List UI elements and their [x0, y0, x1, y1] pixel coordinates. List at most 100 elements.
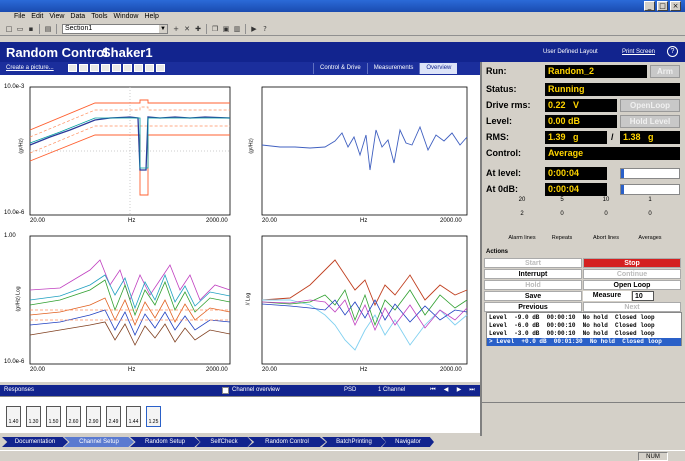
save-button[interactable]: Save [484, 291, 582, 301]
channel-count-select[interactable]: 1 Channel [378, 385, 405, 396]
graph-transfer[interactable]: // Log 20.00 Hz 2000.00 [240, 230, 480, 382]
arm-button[interactable]: Arm [650, 65, 680, 78]
create-picture-link[interactable]: Create a picture... [6, 65, 54, 71]
thumbnail-value: 1.25 [148, 419, 159, 425]
workflow-random-control[interactable]: Random Control [248, 437, 326, 447]
paste-icon[interactable]: ▣ [221, 24, 231, 34]
workflow-random-setup[interactable]: Random Setup [130, 437, 200, 447]
add-icon[interactable]: + [171, 24, 181, 34]
section-select[interactable]: Section1 ▼ [62, 23, 168, 34]
channel-overview-checkbox[interactable] [222, 387, 229, 394]
thumbnail[interactable]: 1.25 [146, 406, 161, 427]
help-icon[interactable]: ? [667, 46, 678, 57]
thumbnail[interactable]: 2.49 [106, 406, 121, 427]
workflow-documentation[interactable]: Documentation [2, 437, 68, 447]
start-button[interactable]: Start [484, 258, 582, 268]
close-icon[interactable]: × [670, 1, 681, 11]
at-0db-progress [620, 184, 680, 195]
thumbnail[interactable]: 1.50 [46, 406, 61, 427]
graph1-plot [29, 86, 231, 216]
graph-responses[interactable]: 1.00 10.0e-6 (g²/Hz) Log 20.00 Hz 2000.0… [0, 230, 238, 382]
thumbnail[interactable]: 2.60 [66, 406, 81, 427]
repeats-slider[interactable]: 5 0 Repeats [542, 197, 582, 252]
chart-icon[interactable] [79, 64, 88, 72]
next-button[interactable]: Next [583, 302, 681, 312]
menu-file[interactable]: File [14, 12, 25, 22]
stop-button[interactable]: Stop [583, 258, 681, 268]
averages-slider[interactable]: 1 0 Averages [630, 197, 670, 252]
first-page-icon[interactable]: ⏮ [428, 385, 438, 396]
graph-psd-control[interactable]: 10.0e-3 10.0e-6 (g²/Hz) 20.00 Hz 2000.00 [0, 75, 238, 230]
chart-icon[interactable] [134, 64, 143, 72]
menu-window[interactable]: Window [114, 12, 139, 22]
minimize-icon[interactable]: _ [644, 1, 655, 11]
level-row-selected[interactable]: > Level +0.0 dB 00:01:30 No hold Closed … [487, 338, 681, 346]
tab-measurements[interactable]: Measurements [366, 63, 420, 74]
control-label: Control: [486, 148, 521, 158]
insert-icon[interactable]: ✚ [193, 24, 203, 34]
layout-icon[interactable]: ▥ [232, 24, 242, 34]
alarm-lines-slider[interactable]: 20 2 Alarm lines [502, 197, 542, 252]
menu-edit[interactable]: Edit [31, 12, 43, 22]
copy-icon[interactable]: ❐ [210, 24, 220, 34]
chart-icon[interactable] [90, 64, 99, 72]
workflow-batchprinting[interactable]: BatchPrinting [322, 437, 386, 447]
tab-overview[interactable]: Overview [419, 63, 458, 74]
workflow-channel-setup[interactable]: Channel Setup [64, 437, 134, 447]
print-screen-link[interactable]: Print Screen [622, 49, 655, 55]
rms-target-value: 1.38 g [620, 131, 680, 144]
chart-icon[interactable] [101, 64, 110, 72]
thumbnail[interactable]: 1.44 [126, 406, 141, 427]
open-icon[interactable]: ▭ [15, 24, 25, 34]
graph-drive[interactable]: (g²/Hz) 20.00 Hz 2000.00 [240, 75, 480, 230]
open-loop-button[interactable]: Open Loop [583, 280, 681, 290]
menu-tools[interactable]: Tools [91, 12, 107, 22]
next-page-icon[interactable]: ▶ [454, 385, 464, 396]
delete-icon[interactable]: ✕ [182, 24, 192, 34]
level-row[interactable]: Level -3.0 dB 00:00:10 No hold Closed lo… [487, 330, 681, 338]
prev-page-icon[interactable]: ◀ [441, 385, 451, 396]
chart-icon[interactable] [68, 64, 77, 72]
workflow-selfcheck[interactable]: SelfCheck [196, 437, 252, 447]
maximize-icon[interactable]: □ [657, 1, 668, 11]
y-axis-name: (g²/Hz) [18, 138, 25, 154]
thumbnail[interactable]: 1.40 [6, 406, 21, 427]
chart-icon[interactable] [145, 64, 154, 72]
layout-select[interactable]: User Defined Layout [543, 49, 598, 55]
x-axis-unit-label: Hz [360, 367, 368, 373]
level-row[interactable]: Level -6.0 dB 00:00:10 No hold Closed lo… [487, 322, 681, 330]
abort-lines-slider[interactable]: 10 0 Abort lines [586, 197, 626, 252]
openloop-button[interactable]: OpenLoop [620, 99, 680, 112]
menu-view[interactable]: View [49, 12, 64, 22]
thumbnail[interactable]: 1.30 [26, 406, 41, 427]
interrupt-button[interactable]: Interrupt [484, 269, 582, 279]
run-icon[interactable]: ▶ [249, 24, 259, 34]
actions-title: Actions [486, 249, 509, 255]
new-icon[interactable]: □ [4, 24, 14, 34]
graph2-plot [261, 86, 468, 216]
menu-data[interactable]: Data [70, 12, 85, 22]
level-row[interactable]: Level -9.0 dB 00:00:10 No hold Closed lo… [487, 314, 681, 322]
tab-control-drive[interactable]: Control & Drive [313, 63, 367, 74]
chevron-down-icon: ▼ [159, 24, 167, 33]
menu-help[interactable]: Help [144, 12, 158, 22]
slider-value: 0 [604, 211, 608, 217]
previous-button[interactable]: Previous [484, 302, 582, 312]
info-icon[interactable]: ? [260, 24, 270, 34]
at-level-progress [620, 168, 680, 179]
psd-select[interactable]: PSD [344, 385, 356, 396]
slider-max: 20 [518, 197, 526, 203]
x-axis-unit-label: Hz [360, 218, 368, 224]
chart-icon[interactable] [123, 64, 132, 72]
last-page-icon[interactable]: ⏭ [467, 385, 477, 396]
chart-icon[interactable] [156, 64, 165, 72]
save-icon[interactable]: ▪ [26, 24, 36, 34]
hold-level-button[interactable]: Hold Level [620, 115, 680, 128]
chart-icon[interactable] [112, 64, 121, 72]
continue-button[interactable]: Continue [583, 269, 681, 279]
thumbnail[interactable]: 2.90 [86, 406, 101, 427]
workflow-navigator[interactable]: Navigator [382, 437, 434, 447]
print-icon[interactable]: ▤ [43, 24, 53, 34]
hold-button[interactable]: Hold [484, 280, 582, 290]
measure-input[interactable]: 10 [632, 291, 654, 301]
